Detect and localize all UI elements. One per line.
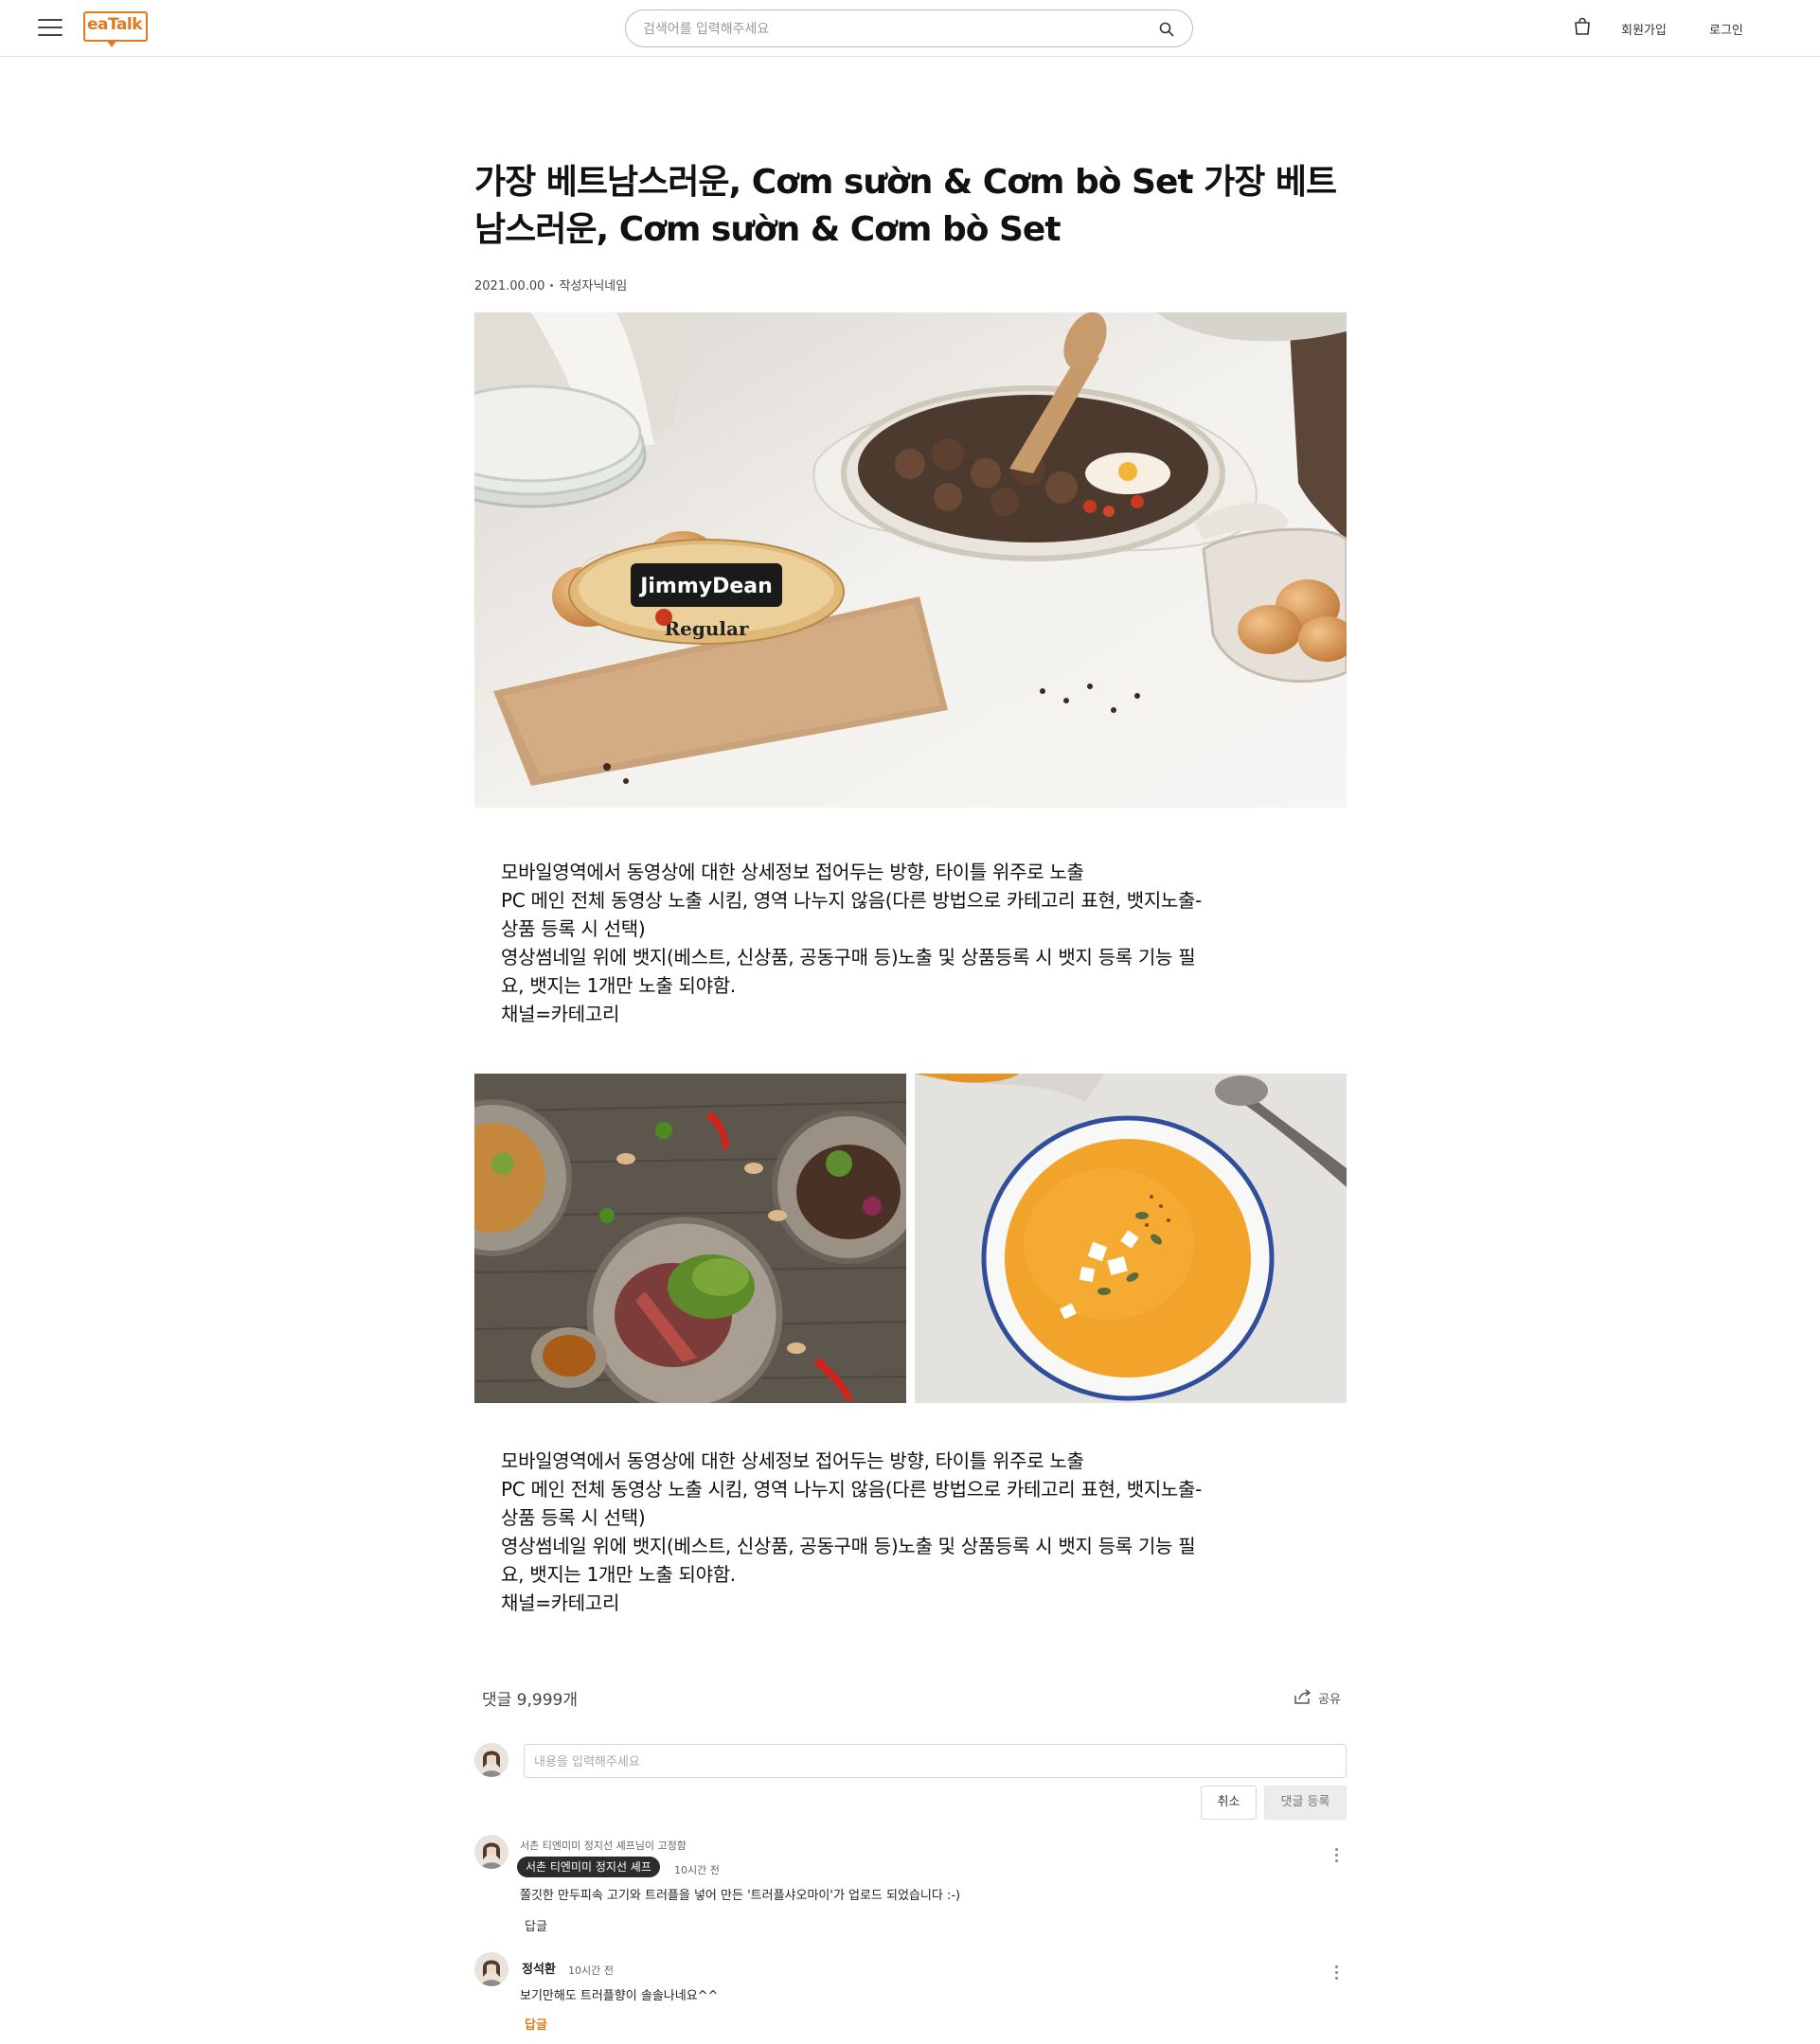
- article-date: 2021.00.00: [474, 279, 545, 293]
- comment-time: 10시간 전: [568, 1964, 614, 1977]
- user-avatar-icon: [474, 1835, 509, 1869]
- logo[interactable]: eaTalk: [83, 11, 150, 49]
- article-title: 가장 베트남스러운, Cơm sườn & Cơm bò Set 가장 베트남스…: [474, 163, 1337, 249]
- share-icon: [1294, 1689, 1311, 1704]
- comment-text: 보기만해도 트러플향이 솔솔나네요^^: [520, 1989, 719, 2003]
- user-avatar-icon: [474, 1743, 509, 1777]
- soup-photo: [915, 1074, 1347, 1403]
- logo-text: eaTalk: [87, 15, 143, 34]
- user-avatar-icon: [474, 1952, 509, 1986]
- share-label: 공유: [1318, 1693, 1341, 1707]
- article-meta: 2021.00.00 작성자닉네임: [474, 275, 627, 293]
- article-body-1: 모바일영역에서 동영상에 대한 상세정보 접어두는 방향, 타이틀 위주로 노출…: [501, 861, 1203, 1025]
- more-options-icon[interactable]: [1333, 1846, 1341, 1863]
- meals-photo: [474, 1074, 906, 1403]
- login-link[interactable]: 로그인: [1709, 20, 1743, 38]
- top-header: eaTalk 회원가입 로그인: [0, 0, 1820, 57]
- article-image-meals: [474, 1074, 906, 1403]
- author-badge[interactable]: 서촌 티엔미미 정지선 셰프: [517, 1857, 660, 1877]
- article-author: 작성자닉네임: [559, 279, 628, 293]
- signup-link[interactable]: 회원가입: [1621, 20, 1667, 38]
- article-main-image: JimmyDean Regular: [474, 312, 1347, 808]
- menu-icon[interactable]: [38, 17, 62, 38]
- comment-count: 댓글 9,999개: [482, 1691, 578, 1710]
- product-label-brand: JimmyDean: [638, 575, 773, 598]
- breakfast-photo: JimmyDean Regular: [474, 312, 1347, 808]
- search-input[interactable]: [643, 18, 1135, 41]
- comment-input-box: [524, 1744, 1347, 1778]
- submit-comment-button[interactable]: 댓글 등록: [1264, 1786, 1347, 1820]
- article-image-soup: [915, 1074, 1347, 1403]
- avatar[interactable]: [474, 1835, 509, 1869]
- cancel-button[interactable]: 취소: [1201, 1786, 1257, 1820]
- comment-input[interactable]: [534, 1751, 1329, 1772]
- product-label-variant: Regular: [665, 617, 749, 640]
- comment-time: 10시간 전: [674, 1864, 720, 1876]
- avatar: [474, 1743, 509, 1777]
- logo-tail: [106, 40, 117, 47]
- comment-text: 쫄깃한 만두피속 고기와 트러플을 넣어 만든 '트러플샤오마이'가 업로드 되…: [520, 1889, 961, 1903]
- shopping-bag-icon[interactable]: [1573, 17, 1592, 36]
- comment-author[interactable]: 정석환: [522, 1959, 556, 1977]
- avatar[interactable]: [474, 1952, 509, 1986]
- reply-button[interactable]: 답글: [525, 1916, 547, 1934]
- more-options-icon[interactable]: [1333, 1964, 1341, 1981]
- search-icon[interactable]: [1158, 21, 1175, 38]
- article-body-2: 모바일영역에서 동영상에 대한 상세정보 접어두는 방향, 타이틀 위주로 노출…: [501, 1449, 1203, 1614]
- meta-separator: [550, 283, 554, 287]
- search-bar: [625, 9, 1193, 47]
- pinned-notice: 서촌 티엔미미 정지선 셰프님이 고정함: [520, 1840, 687, 1852]
- reply-button[interactable]: 답글: [525, 2015, 547, 2033]
